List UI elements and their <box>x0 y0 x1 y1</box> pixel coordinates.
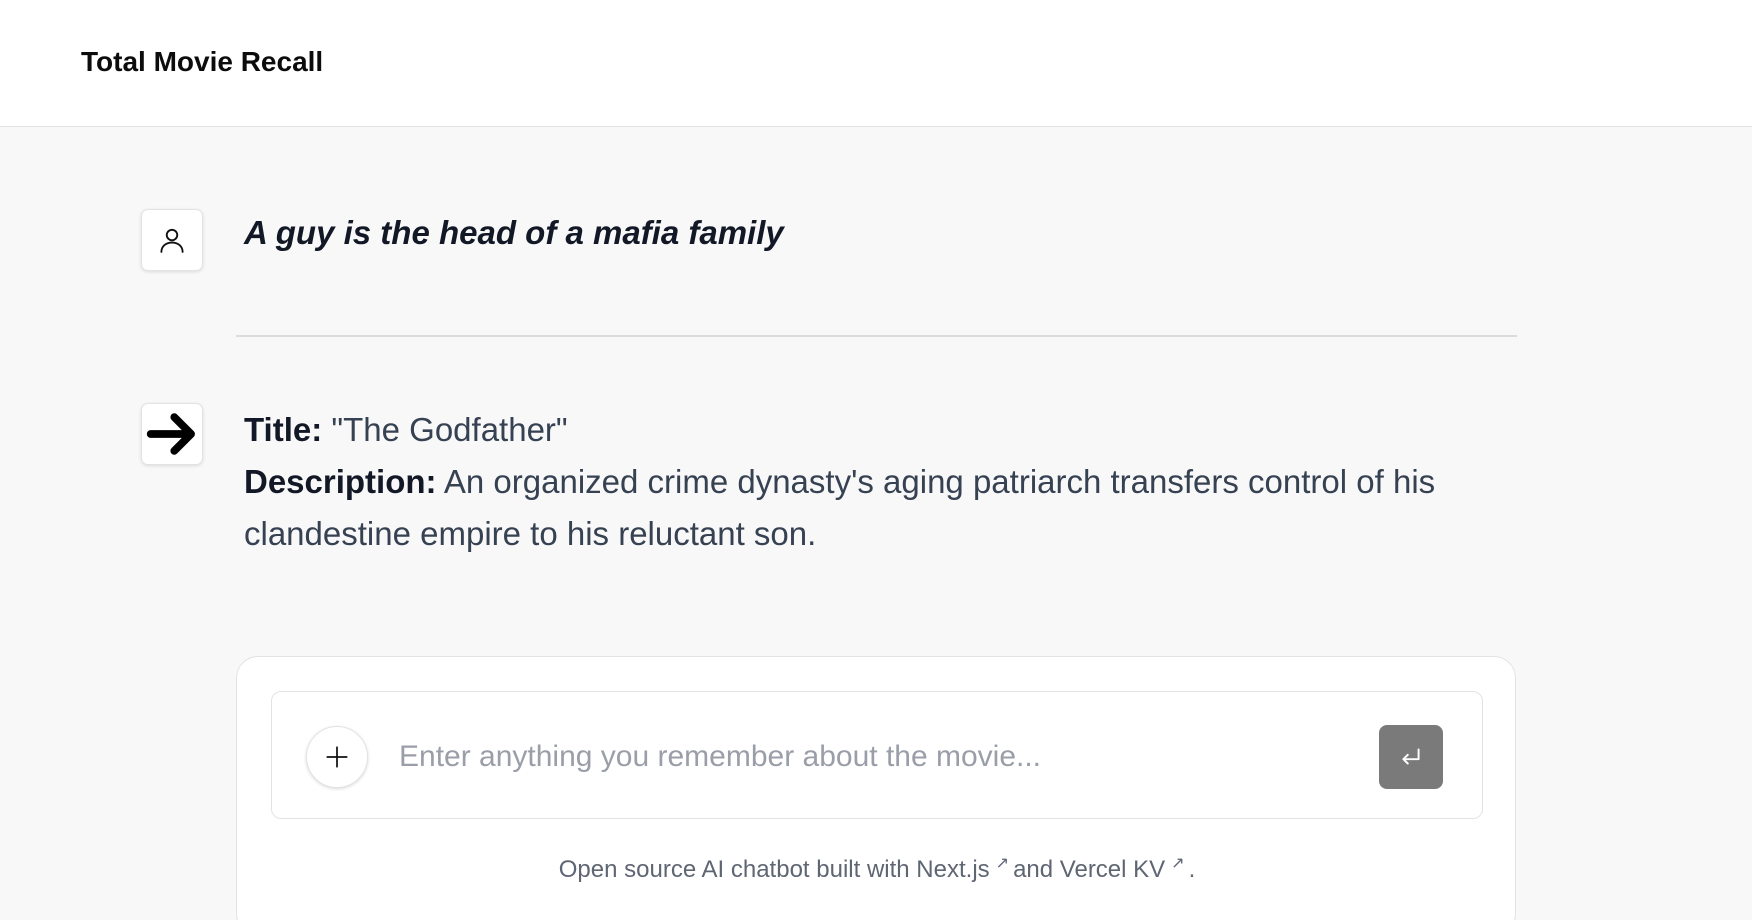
prompt-input[interactable] <box>399 728 1379 786</box>
message-divider <box>236 335 1517 337</box>
movie-title-line: Title: "The Godfather" <box>244 404 1514 456</box>
user-icon <box>160 228 184 253</box>
arrow-right-icon <box>146 413 195 455</box>
user-message: A guy is the head of a mafia family <box>244 214 784 251</box>
movie-title: "The Godfather" <box>322 411 568 448</box>
bot-message: Title: "The Godfather" Description: An o… <box>244 404 1514 560</box>
plus-icon <box>326 746 348 768</box>
app-header: Total Movie Recall <box>0 0 1752 127</box>
footer-note: Open source AI chatbot built with Next.j… <box>237 853 1517 884</box>
movie-description-line: Description: An organized crime dynasty'… <box>244 456 1514 560</box>
nextjs-link[interactable]: Next.js <box>916 856 989 883</box>
title-label: Title: <box>244 411 323 448</box>
enter-icon <box>1402 748 1420 765</box>
user-avatar <box>141 209 203 271</box>
composer-panel: Open source AI chatbot built with Next.j… <box>236 656 1516 920</box>
footer-middle: and <box>1013 856 1060 883</box>
send-button[interactable] <box>1379 725 1443 789</box>
footer-suffix: . <box>1188 856 1196 883</box>
app-title: Total Movie Recall <box>81 46 324 77</box>
footer-prefix: Open source AI chatbot built with <box>558 856 917 883</box>
new-chat-button[interactable] <box>306 726 368 788</box>
arrow-up-right-icon: ↗ <box>1171 855 1185 872</box>
vercel-kv-link[interactable]: Vercel KV <box>1060 856 1165 883</box>
prompt-box <box>271 691 1483 819</box>
bot-avatar <box>141 403 203 465</box>
arrow-up-right-icon: ↗ <box>995 855 1010 872</box>
description-label: Description: <box>244 463 437 500</box>
